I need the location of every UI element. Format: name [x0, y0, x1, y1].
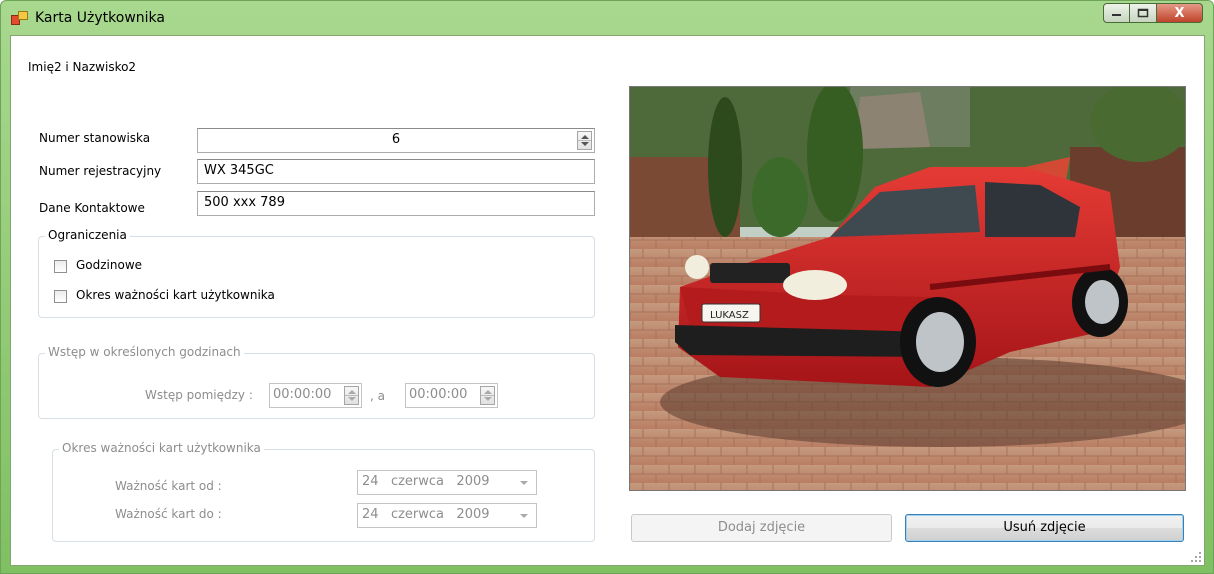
- license-plate-text: LUKASZ: [710, 310, 749, 321]
- valid-from-date-picker[interactable]: 24 czerwca 2009: [357, 470, 537, 495]
- user-name-label: Imię2 i Nazwisko2: [28, 60, 137, 74]
- between-label: Wstęp pomiędzy :: [145, 388, 253, 402]
- validity-label[interactable]: Okres ważności kart użytkownika: [76, 288, 275, 302]
- restrictions-group: Ograniczenia Godzinowe Okres ważności ka…: [38, 228, 595, 318]
- contact-label: Dane Kontaktowe: [39, 201, 145, 215]
- window-controls: X: [1103, 3, 1203, 25]
- valid-to-month: czerwca: [390, 507, 445, 522]
- station-spin-buttons[interactable]: [577, 131, 592, 150]
- valid-to-date-picker[interactable]: 24 czerwca 2009: [357, 503, 537, 528]
- to-time-value: 00:00:00: [409, 387, 468, 402]
- from-time-picker[interactable]: 00:00:00: [269, 383, 362, 408]
- chevron-down-icon[interactable]: [520, 481, 528, 485]
- to-time-spin-buttons[interactable]: [480, 386, 495, 405]
- valid-from-day: 24: [362, 474, 379, 489]
- registration-label: Numer rejestracyjny: [39, 164, 162, 178]
- title-bar[interactable]: Karta Użytkownika X: [1, 1, 1213, 35]
- validity-checkbox[interactable]: [54, 290, 67, 303]
- hours-legend: Wstęp w określonych godzinach: [45, 345, 244, 359]
- station-value: 6: [391, 132, 401, 147]
- close-icon: X: [1174, 5, 1185, 21]
- restrictions-legend: Ograniczenia: [45, 228, 130, 242]
- station-label: Numer stanowiska: [39, 131, 151, 145]
- hourly-label[interactable]: Godzinowe: [76, 258, 142, 272]
- from-time-value: 00:00:00: [273, 387, 332, 402]
- valid-to-label: Ważność kart do :: [115, 507, 222, 521]
- app-window: Karta Użytkownika X Imię2 i Nazwisko2 Nu…: [0, 0, 1214, 574]
- valid-from-year: 2009: [456, 474, 490, 489]
- close-button[interactable]: X: [1157, 3, 1203, 23]
- maximize-button[interactable]: [1130, 3, 1157, 23]
- hourly-checkbox[interactable]: [54, 260, 67, 273]
- resize-grip-icon[interactable]: [1191, 552, 1201, 562]
- maximize-icon: [1137, 8, 1149, 18]
- minimize-button[interactable]: [1103, 3, 1130, 23]
- valid-to-year: 2009: [456, 507, 490, 522]
- to-time-picker[interactable]: 00:00:00: [405, 383, 498, 408]
- chevron-down-icon[interactable]: [520, 514, 528, 518]
- valid-to-day: 24: [362, 507, 379, 522]
- form-client-area: Imię2 i Nazwisko2 Numer stanowiska 6 Num…: [10, 35, 1205, 566]
- and-label: , a: [370, 389, 385, 403]
- station-stepper[interactable]: 6: [197, 128, 595, 153]
- remove-photo-button[interactable]: Usuń zdjęcie: [905, 514, 1184, 542]
- valid-from-label: Ważność kart od :: [115, 479, 222, 493]
- user-photo: LUKASZ: [629, 86, 1186, 491]
- validity-group: Okres ważności kart użytkownika Ważność …: [52, 441, 595, 542]
- hours-group: Wstęp w określonych godzinach Wstęp pomi…: [38, 345, 595, 419]
- from-time-spin-buttons[interactable]: [344, 386, 359, 405]
- registration-input[interactable]: WX 345GC: [197, 159, 595, 184]
- window-title: Karta Użytkownika: [35, 10, 165, 26]
- minimize-icon: [1111, 14, 1121, 16]
- contact-input[interactable]: 500 xxx 789: [197, 191, 595, 216]
- valid-from-month: czerwca: [390, 474, 445, 489]
- add-photo-button[interactable]: Dodaj zdjęcie: [631, 514, 892, 542]
- validity-legend: Okres ważności kart użytkownika: [59, 441, 264, 455]
- app-icon: [11, 11, 28, 25]
- car-photo-image: LUKASZ: [630, 87, 1185, 490]
